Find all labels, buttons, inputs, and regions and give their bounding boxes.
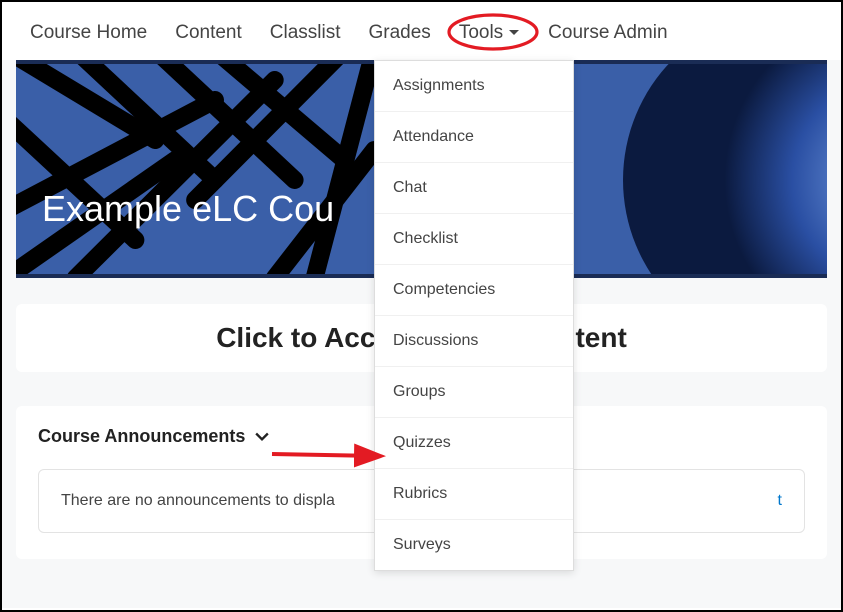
access-heading-left: Click to Acc <box>216 322 375 353</box>
tools-menu-checklist[interactable]: Checklist <box>375 214 573 265</box>
tools-dropdown: Assignments Attendance Chat Checklist Co… <box>374 60 574 571</box>
announcements-link-fragment[interactable]: t <box>778 492 782 510</box>
access-heading-right: tent <box>575 322 626 353</box>
tools-menu-competencies[interactable]: Competencies <box>375 265 573 316</box>
nav-tools-label: Tools <box>459 22 503 44</box>
tools-menu-chat[interactable]: Chat <box>375 163 573 214</box>
nav-course-home[interactable]: Course Home <box>26 20 151 46</box>
tools-menu-rubrics[interactable]: Rubrics <box>375 469 573 520</box>
nav-classlist[interactable]: Classlist <box>266 20 345 46</box>
tools-menu-groups[interactable]: Groups <box>375 367 573 418</box>
tools-menu-discussions[interactable]: Discussions <box>375 316 573 367</box>
nav-tools[interactable]: Tools <box>455 20 524 46</box>
course-navbar: Course Home Content Classlist Grades Too… <box>2 2 841 60</box>
nav-course-admin[interactable]: Course Admin <box>544 20 671 46</box>
announcements-empty-text: There are no announcements to displa <box>61 492 335 510</box>
announcements-header-label: Course Announcements <box>38 426 245 447</box>
tools-menu-quizzes[interactable]: Quizzes <box>375 418 573 469</box>
tools-menu-attendance[interactable]: Attendance <box>375 112 573 163</box>
tools-menu-surveys[interactable]: Surveys <box>375 520 573 570</box>
chevron-down-icon <box>508 27 520 39</box>
tools-menu-assignments[interactable]: Assignments <box>375 61 573 112</box>
nav-content[interactable]: Content <box>171 20 246 46</box>
nav-grades[interactable]: Grades <box>365 20 435 46</box>
course-banner-title: Example eLC Cou <box>42 188 334 230</box>
chevron-down-icon <box>255 430 269 444</box>
